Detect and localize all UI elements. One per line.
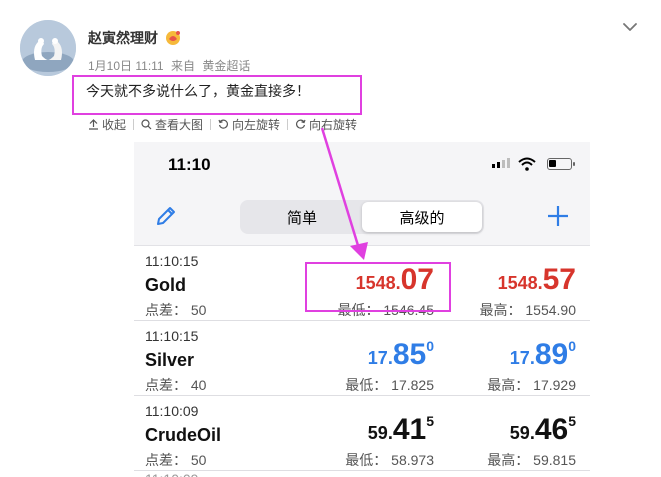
bid-price-prefix: 17.	[367, 348, 393, 368]
view-large-button[interactable]: 查看大图	[141, 116, 203, 133]
chevron-down-icon[interactable]	[621, 18, 639, 36]
quote-symbol: Gold	[145, 275, 186, 295]
gold-bid-highlight-box	[305, 262, 451, 312]
tab-advanced[interactable]: 高级的	[362, 202, 482, 232]
rotate-left-button[interactable]: 向左旋转	[218, 116, 280, 133]
bid-price-fraction: 5	[426, 413, 434, 429]
quote-spread: 点差： 40	[145, 377, 207, 393]
quote-low: 最低： 17.825	[345, 377, 434, 393]
quote-high: 最高： 59.815	[487, 452, 576, 468]
bid-price-pips: 85	[392, 338, 427, 371]
collapse-up-icon	[89, 119, 98, 130]
rotate-right-icon	[296, 119, 306, 129]
bid-price-prefix: 59.	[367, 423, 393, 443]
post-date[interactable]: 1月10日 11:11	[88, 59, 164, 73]
view-large-label: 查看大图	[155, 118, 204, 132]
ask-price[interactable]: 59.465	[436, 413, 576, 447]
quote-time: 11:10:15	[145, 253, 199, 269]
bid-price-fraction: 0	[426, 338, 434, 354]
bid-price[interactable]: 17.850	[294, 338, 434, 372]
collapse-label: 收起	[102, 118, 127, 132]
post-source-link[interactable]: 黄金超话	[202, 59, 250, 73]
wifi-icon	[518, 157, 536, 171]
rotate-left-icon	[218, 119, 228, 129]
signal-icon	[492, 158, 510, 168]
quote-symbol: CrudeOil	[145, 425, 222, 445]
tab-simple[interactable]: 简单	[242, 202, 362, 232]
author-name[interactable]: 赵寅然理财	[88, 28, 158, 48]
ask-price-fraction: 0	[568, 338, 576, 354]
toolbar-divider	[133, 119, 135, 130]
quotes-navbar: 简单 高级的	[134, 190, 590, 246]
ask-price-pips: 46	[534, 413, 569, 446]
author-name-row: 赵寅然理财	[88, 28, 182, 48]
rotate-right-label: 向右旋转	[309, 118, 358, 132]
phone-status-bar: 11:10	[134, 142, 590, 190]
toolbar-divider	[287, 119, 289, 130]
quote-symbol: Silver	[145, 350, 195, 370]
ask-price[interactable]: 1548.57	[436, 263, 576, 297]
plus-icon[interactable]	[546, 204, 570, 228]
toolbar-divider	[210, 119, 212, 130]
quote-time: 11:10:09	[145, 403, 199, 419]
search-icon	[141, 119, 152, 130]
ask-price-prefix: 17.	[509, 348, 535, 368]
post-text: 今天就不多说什么了，黄金直接多！	[86, 83, 310, 99]
ask-price-prefix: 59.	[509, 423, 535, 443]
pencil-icon[interactable]	[154, 204, 178, 228]
partial-row-peek: 11:10:09	[134, 470, 590, 477]
rotate-left-label: 向左旋转	[232, 118, 281, 132]
ask-price-prefix: 1548.	[497, 273, 543, 293]
partial-row-time: 11:10:09	[145, 471, 198, 477]
phone-clock: 11:10	[168, 155, 211, 174]
ask-price-pips: 89	[534, 338, 569, 371]
quote-high: 最高： 17.929	[487, 377, 576, 393]
quote-spread: 点差： 50	[145, 302, 207, 318]
quote-time: 11:10:15	[145, 328, 199, 344]
bid-price-pips: 41	[392, 413, 427, 446]
post-meta: 1月10日 11:11 来自 黄金超话	[88, 57, 254, 74]
quote-row[interactable]: 11:10:09 CrudeOil 点差： 50 59.415 59.465 最低： 58…	[134, 396, 590, 471]
quote-high: 最高： 1554.90	[479, 302, 577, 318]
fan-badge-icon	[166, 31, 180, 45]
author-avatar[interactable]	[20, 20, 76, 76]
post-source-prefix: 来自	[170, 59, 195, 73]
rotate-right-button[interactable]: 向右旋转	[295, 116, 357, 133]
quote-row[interactable]: 11:10:15 Silver 点差： 40 17.850 17.890 最低： 17.8…	[134, 321, 590, 396]
ask-price[interactable]: 17.890	[436, 338, 576, 372]
quote-spread: 点差： 50	[145, 452, 207, 468]
bid-price[interactable]: 59.415	[294, 413, 434, 447]
ask-price-pips: 57	[542, 263, 576, 296]
view-mode-segmented-control: 简单 高级的	[240, 200, 484, 234]
collapse-button[interactable]: 收起	[88, 116, 126, 133]
battery-icon	[547, 158, 575, 170]
quote-low: 最低： 58.973	[345, 452, 434, 468]
ask-price-fraction: 5	[568, 413, 576, 429]
image-toolbar: 收起 查看大图 向左旋转 向右旋转	[88, 116, 357, 133]
